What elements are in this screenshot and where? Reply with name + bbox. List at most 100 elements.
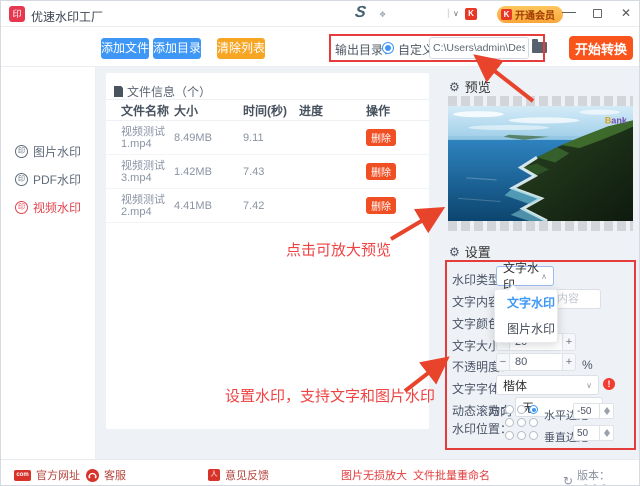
dropdown-item-text-watermark[interactable]: 文字水印 xyxy=(495,290,557,316)
file-panel-title: 文件信息（个） xyxy=(114,83,211,100)
position-radio-mr[interactable] xyxy=(529,418,538,427)
preview-filmstrip[interactable]: Bank xyxy=(448,96,633,231)
feedback-link[interactable]: 人 意见反馈 xyxy=(208,467,269,483)
settings-header: ⚙ 设置 xyxy=(449,242,491,261)
file-size: 8.49MB xyxy=(174,131,212,144)
watermark-type-select[interactable]: 文字水印 ∧ xyxy=(496,261,554,292)
delete-button[interactable]: 删除 xyxy=(366,129,396,146)
position-radio-tl[interactable] xyxy=(505,405,514,414)
position-radio-br[interactable] xyxy=(529,431,538,440)
clear-list-button[interactable]: 清除列表 xyxy=(217,38,265,59)
stamp-icon: 印 xyxy=(15,172,28,186)
app-window: 印 优速水印工厂 S ❖ | ∨ K K 开通会员 — ✕ 添加文件 添加目录 … xyxy=(0,0,640,486)
opacity-input[interactable] xyxy=(510,353,562,371)
delete-button[interactable]: 删除 xyxy=(366,163,396,180)
opacity-unit: % xyxy=(582,358,593,372)
customer-service-label: 客服 xyxy=(104,470,126,482)
position-radio-mc[interactable] xyxy=(517,418,526,427)
official-site-link[interactable]: com 官方网址 xyxy=(14,467,80,483)
table-row: 视频测试3.mp4 1.42MB 7.43 删除 xyxy=(106,155,429,189)
col-name: 文件名称 xyxy=(121,103,170,118)
preview-header: ⚙ 预览 xyxy=(449,77,491,96)
sidebar-item-label: 视频水印 xyxy=(33,200,82,215)
add-directory-button[interactable]: 添加目录 xyxy=(153,38,201,59)
opacity-minus-button[interactable]: − xyxy=(496,353,510,371)
position-radio-bc[interactable] xyxy=(517,431,526,440)
preview-title: 预览 xyxy=(464,80,491,95)
position-radio-ml[interactable] xyxy=(505,418,514,427)
font-select[interactable]: 楷体 ∨ xyxy=(496,375,599,395)
vip-badge-icon[interactable]: K xyxy=(465,8,477,20)
preview-image[interactable]: Bank xyxy=(448,106,633,221)
filmstrip-sprockets xyxy=(448,96,633,106)
h-margin-input[interactable] xyxy=(573,403,600,419)
app-logo-icon: 印 xyxy=(9,6,25,22)
delete-button[interactable]: 删除 xyxy=(366,197,396,214)
tool-rename-link[interactable]: 文件批量重命名 xyxy=(413,467,490,483)
partner-mascot-icon: ❖ xyxy=(379,10,387,19)
file-time: 7.43 xyxy=(243,165,265,178)
refresh-icon: ↻ xyxy=(563,474,574,486)
v-margin-input[interactable] xyxy=(573,425,600,441)
file-panel-title-text: 文件信息（个） xyxy=(127,85,212,99)
col-time: 时间(秒) xyxy=(243,103,287,118)
stamp-icon: 印 xyxy=(15,144,28,158)
version-label: 版本：v2.0.2 xyxy=(577,470,611,485)
com-icon: com xyxy=(14,469,31,481)
chevron-down-icon: ∨ xyxy=(586,380,592,390)
filmstrip-sprockets xyxy=(448,221,633,231)
customer-service-link[interactable]: 客服 xyxy=(86,467,126,483)
col-action: 操作 xyxy=(366,103,391,118)
file-name: 视频测试3.mp4 xyxy=(121,159,165,184)
gear-icon: ⚙ xyxy=(449,244,460,259)
file-name: 视频测试1.mp4 xyxy=(121,125,165,150)
tool-upscale-link[interactable]: 图片无损放大 xyxy=(341,467,407,483)
vip-badge-icon: K xyxy=(501,9,512,20)
v-margin-spinner[interactable] xyxy=(600,425,614,441)
font-value: 楷体 xyxy=(503,378,528,393)
document-icon xyxy=(114,85,124,97)
sidebar-item-pdf-watermark[interactable]: 印 PDF水印 xyxy=(15,171,81,187)
table-header: 文件名称 大小 时间(秒) 进度 操作 xyxy=(106,99,429,121)
file-name: 视频测试2.mp4 xyxy=(121,193,165,218)
file-size: 1.42MB xyxy=(174,165,212,178)
position-radio-bl[interactable] xyxy=(505,431,514,440)
svg-text:Bank: Bank xyxy=(605,115,628,125)
alert-icon: ! xyxy=(603,378,615,390)
version-info[interactable]: ↻ 版本：v2.0.2 xyxy=(563,467,639,486)
open-vip-button[interactable]: K 开通会员 xyxy=(497,6,563,23)
toolbar: 添加文件 添加目录 清除列表 输出目录： 自定义 开始转换 xyxy=(1,27,639,67)
custom-output-radio[interactable] xyxy=(382,42,394,54)
sidebar-item-image-watermark[interactable]: 印 图片水印 xyxy=(15,143,81,159)
feedback-icon: 人 xyxy=(208,469,220,481)
gear-icon: ⚙ xyxy=(449,79,460,94)
position-radio-tr[interactable] xyxy=(529,405,538,414)
file-size: 4.41MB xyxy=(174,199,212,212)
start-convert-button[interactable]: 开始转换 xyxy=(569,36,633,60)
opacity-plus-button[interactable]: + xyxy=(562,353,576,371)
minimize-button[interactable]: — xyxy=(561,3,577,19)
sidebar-item-label: 图片水印 xyxy=(33,144,82,159)
close-button[interactable]: ✕ xyxy=(618,6,634,20)
output-path-input[interactable] xyxy=(429,37,529,59)
folder-browse-icon[interactable] xyxy=(532,39,547,53)
official-site-label: 官方网址 xyxy=(36,470,80,482)
sidebar-item-video-watermark[interactable]: 印 视频水印 xyxy=(15,199,81,215)
tool-rename-label: 文件批量重命名 xyxy=(413,470,490,482)
h-margin-spinner[interactable] xyxy=(600,403,614,419)
table-row: 视频测试2.mp4 4.41MB 7.42 删除 xyxy=(106,189,429,223)
add-file-button[interactable]: 添加文件 xyxy=(101,38,149,59)
maximize-button[interactable] xyxy=(593,9,602,18)
chevron-down-icon[interactable]: ∨ xyxy=(453,9,459,18)
col-size: 大小 xyxy=(174,103,199,118)
annotation-settings-tip: 设置水印，支持文字和图片水印 xyxy=(225,388,436,405)
size-plus-button[interactable]: + xyxy=(562,333,576,351)
position-radio-tc[interactable] xyxy=(517,405,526,414)
file-time: 7.42 xyxy=(243,199,265,212)
feedback-label: 意见反馈 xyxy=(225,470,269,482)
stamp-icon: 印 xyxy=(15,200,28,214)
headset-icon xyxy=(86,468,99,482)
table-row: 视频测试1.mp4 8.49MB 9.11 删除 xyxy=(106,121,429,155)
dropdown-item-image-watermark[interactable]: 图片水印 xyxy=(495,316,557,342)
position-label: 水印位置： xyxy=(452,422,513,436)
